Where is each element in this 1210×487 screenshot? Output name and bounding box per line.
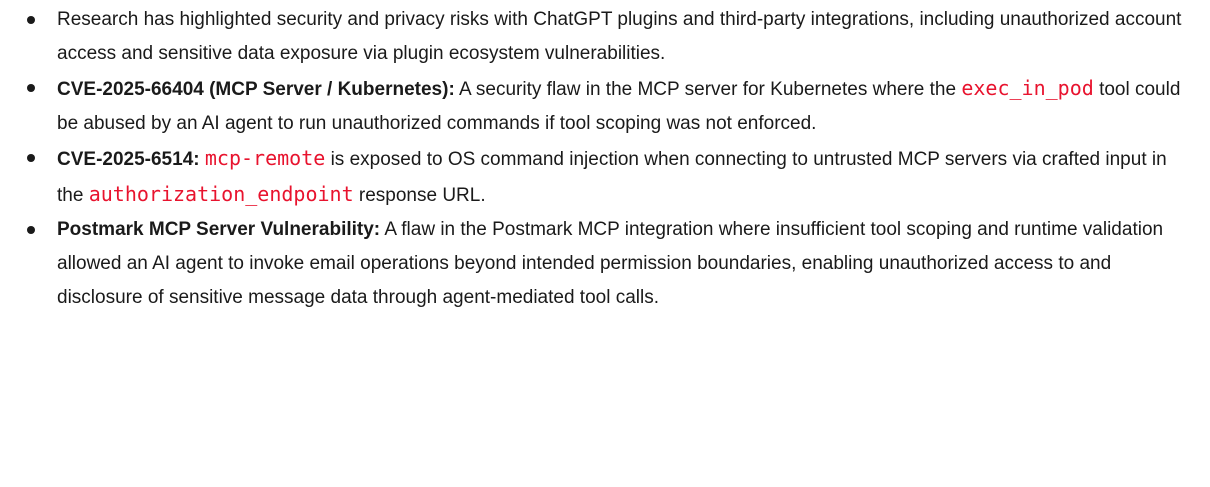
bullet-title: Postmark MCP Server Vulnerability: [57,219,381,240]
bullet-icon [27,226,35,234]
vulnerability-bullet-list: Research has highlighted security and pr… [0,3,1210,315]
bullet-text: A security flaw in the MCP server for Ku… [459,79,957,100]
bullet-title: CVE-2025-66404 (MCP Server / Kubernetes)… [57,79,455,100]
bullet-icon [27,84,35,92]
list-item: Research has highlighted security and pr… [0,3,1210,71]
bullet-icon [27,154,35,162]
list-item: Postmark MCP Server Vulnerability: A fla… [0,213,1210,315]
bullet-icon [27,16,35,24]
bullet-text: response URL. [358,185,486,206]
inline-code: mcp-remote [204,146,326,170]
list-item: CVE-2025-66404 (MCP Server / Kubernetes)… [0,71,1210,141]
inline-code: exec_in_pod [961,76,1094,100]
bullet-title: CVE-2025-6514: [57,149,200,170]
list-item: CVE-2025-6514: mcp-remote is exposed to … [0,141,1210,213]
bullet-text: Research has highlighted security and pr… [57,9,1182,64]
inline-code: authorization_endpoint [88,182,354,206]
